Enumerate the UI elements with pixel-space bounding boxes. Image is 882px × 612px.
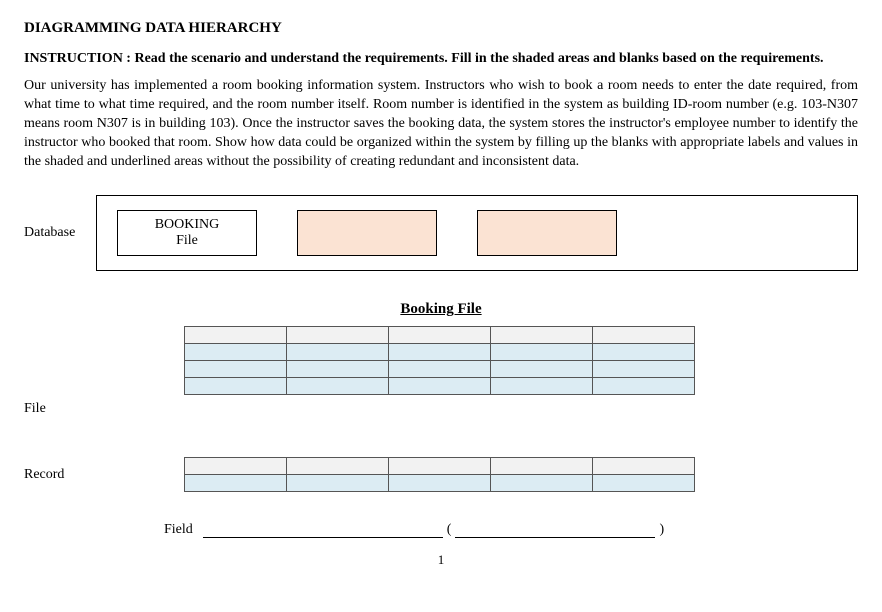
field-blank-2[interactable] — [455, 524, 655, 538]
scenario-text: Our university has implemented a room bo… — [24, 77, 858, 171]
table-row[interactable] — [185, 361, 695, 378]
booking-file-table — [184, 326, 695, 395]
record-table — [184, 457, 695, 492]
record-row: Record — [24, 457, 858, 492]
record-body-row[interactable] — [185, 475, 695, 492]
file-table-area — [184, 326, 858, 395]
instruction-text: INSTRUCTION : Read the scenario and unde… — [24, 51, 858, 67]
field-label: Field — [164, 522, 193, 538]
booking-file-line1: BOOKING — [155, 217, 220, 233]
booking-file-box: BOOKING File — [117, 210, 257, 256]
page-title: DIAGRAMMING DATA HIERARCHY — [24, 20, 858, 37]
field-blank-1[interactable] — [203, 524, 443, 538]
file-label: File — [24, 401, 858, 417]
booking-file-line2: File — [176, 233, 198, 249]
shaded-file-box-2[interactable] — [477, 210, 617, 256]
table-row[interactable] — [185, 378, 695, 395]
close-paren: ) — [659, 522, 664, 538]
booking-file-heading: Booking File — [24, 301, 858, 318]
field-row: Field ( ) — [164, 522, 858, 538]
database-row: Database BOOKING File — [24, 195, 858, 271]
table-header-row[interactable] — [185, 327, 695, 344]
open-paren: ( — [447, 522, 452, 538]
database-frame: BOOKING File — [96, 195, 858, 271]
shaded-file-box-1[interactable] — [297, 210, 437, 256]
record-header-row[interactable] — [185, 458, 695, 475]
table-row[interactable] — [185, 344, 695, 361]
database-label: Database — [24, 225, 96, 241]
record-label: Record — [24, 467, 184, 483]
page-number: 1 — [24, 552, 858, 568]
